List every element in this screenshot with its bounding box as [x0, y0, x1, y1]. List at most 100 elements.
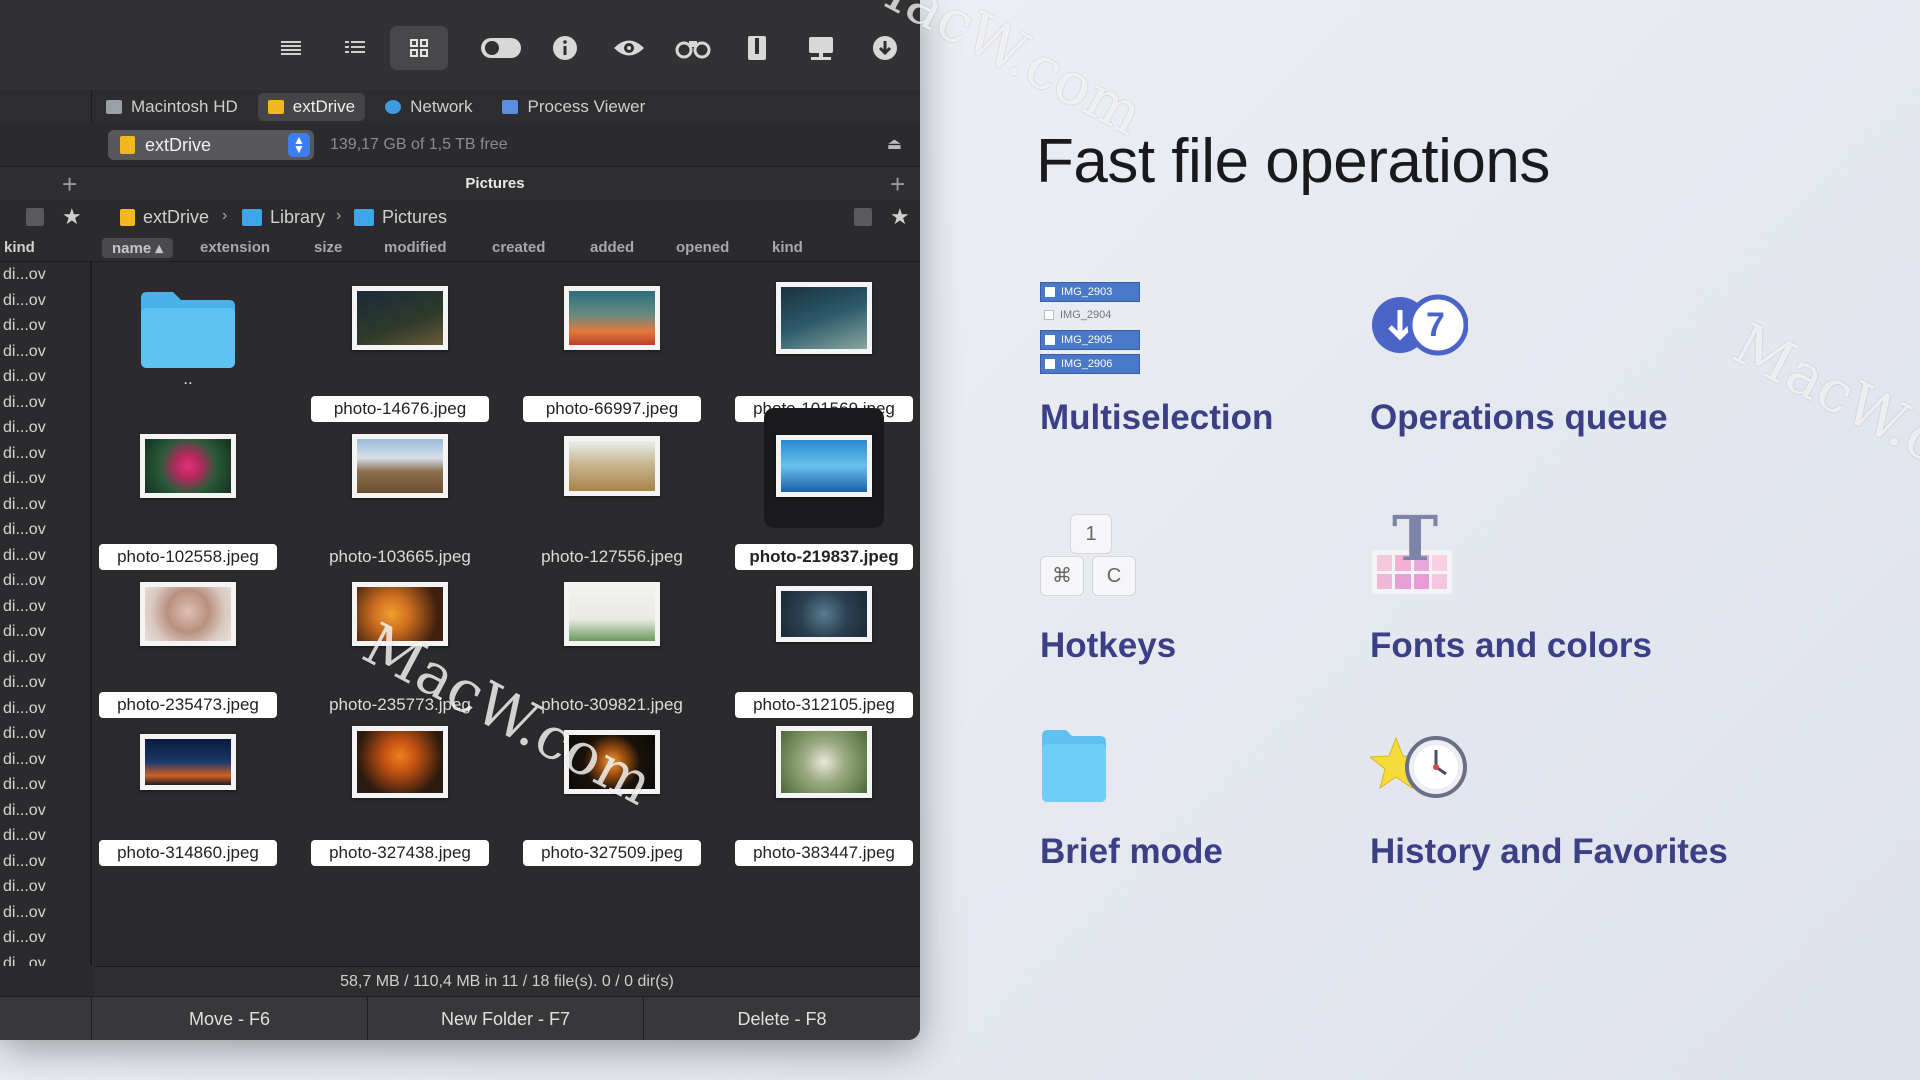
list-item[interactable]: di...ov: [0, 568, 90, 594]
keycap-1: 1: [1070, 514, 1112, 554]
list-item[interactable]: di...ov: [0, 466, 90, 492]
list-item[interactable]: di...ov: [0, 670, 90, 696]
drive-name: extDrive: [145, 134, 212, 155]
list-item[interactable]: di...ov: [0, 951, 90, 967]
feature-label: Multiselection: [1040, 398, 1274, 437]
folder-icon: [242, 209, 262, 226]
panel-title: Pictures: [465, 175, 525, 192]
column-modified[interactable]: modified: [384, 239, 447, 256]
photo-thumbnail: [564, 436, 660, 496]
watermark: MacW.com: [1722, 309, 1920, 519]
list-item[interactable]: di...ov: [0, 594, 90, 620]
list-item[interactable]: di...ov: [0, 288, 90, 314]
volume-extdrive[interactable]: extDrive: [257, 93, 366, 121]
column-name[interactable]: name ▴: [102, 238, 173, 258]
keycap-c: C: [1092, 556, 1136, 596]
square-icon[interactable]: [854, 208, 872, 226]
breadcrumb-label: Pictures: [382, 207, 448, 227]
breadcrumb-label: Library: [270, 207, 326, 227]
list-item[interactable]: di...ov: [0, 772, 90, 798]
add-tab-right-icon[interactable]: +: [890, 169, 905, 200]
breadcrumb: ★ extDrive › Library › Pictures ★: [0, 200, 920, 234]
list-item[interactable]: di...ov: [0, 645, 90, 671]
list-item[interactable]: di...ov: [0, 441, 90, 467]
history-favorites-icon: [1370, 736, 1467, 798]
list-item[interactable]: di...ov: [0, 313, 90, 339]
list-item[interactable]: di...ov: [0, 747, 90, 773]
file-name: photo-327509.jpeg: [523, 840, 701, 866]
column-extension[interactable]: extension: [200, 239, 270, 256]
photo-thumbnail: [352, 726, 448, 798]
column-label: name: [112, 240, 152, 257]
square-icon[interactable]: [26, 208, 44, 226]
breadcrumb-label: extDrive: [143, 207, 210, 227]
list-item[interactable]: di...ov: [0, 492, 90, 518]
list-item[interactable]: di...ov: [0, 543, 90, 569]
keycap-command: ⌘: [1040, 556, 1084, 596]
volume-process-viewer[interactable]: Process Viewer: [492, 93, 655, 121]
list-item[interactable]: di...ov: [0, 262, 90, 288]
column-opened[interactable]: opened: [676, 239, 729, 256]
list-item[interactable]: di...ov: [0, 696, 90, 722]
star-icon[interactable]: ★: [62, 204, 82, 230]
photo-thumbnail: [140, 582, 236, 646]
photo-thumbnail: [776, 726, 872, 798]
star-icon[interactable]: ★: [890, 204, 910, 230]
search-binoculars-icon[interactable]: [664, 26, 722, 70]
eject-icon[interactable]: ⏏: [887, 134, 902, 154]
preview-eye-icon[interactable]: [600, 26, 658, 70]
feature-history-favorites: History and Favorites: [1370, 720, 1790, 880]
column-kind[interactable]: kind: [772, 239, 803, 256]
list-item[interactable]: di...ov: [0, 823, 90, 849]
breadcrumb-library[interactable]: Library: [242, 207, 325, 228]
file-item[interactable]: photo-314860.jpeg: [94, 706, 294, 888]
column-headers: kind name ▴ extension size modified crea…: [0, 234, 920, 262]
new-folder-button[interactable]: New Folder - F7: [368, 997, 644, 1040]
left-panel-list: di...ov di...ov di...ov di...ov di...ov di...…: [0, 262, 92, 966]
file-item[interactable]: photo-383447.jpeg: [718, 706, 920, 888]
toolbar: [0, 0, 920, 96]
chevron-updown-icon: ▲ ▼: [288, 133, 310, 157]
thumbnail-grid: .. photo-14676.jpeg photo-66997.jpeg photo-…: [94, 262, 920, 966]
archive-icon[interactable]: [728, 26, 786, 70]
list-item[interactable]: di...ov: [0, 390, 90, 416]
folder-icon: [1042, 730, 1106, 802]
list-item[interactable]: di...ov: [0, 339, 90, 365]
drive-select[interactable]: extDrive ▲ ▼: [108, 130, 314, 160]
volume-macintosh-hd[interactable]: Macintosh HD: [96, 93, 248, 121]
detailed-view-icon[interactable]: [326, 26, 384, 70]
thumbnail-view-icon[interactable]: [390, 26, 448, 70]
drive-icon: [120, 209, 135, 226]
move-button[interactable]: Move - F6: [92, 997, 368, 1040]
list-item: IMG_2905: [1040, 330, 1140, 350]
list-item[interactable]: di...ov: [0, 619, 90, 645]
column-added[interactable]: added: [590, 239, 634, 256]
list-item[interactable]: di...ov: [0, 798, 90, 824]
list-item[interactable]: di...ov: [0, 900, 90, 926]
column-kind-left[interactable]: kind: [4, 239, 35, 256]
volume-label: extDrive: [292, 97, 356, 116]
info-icon[interactable]: [536, 26, 594, 70]
delete-button[interactable]: Delete - F8: [644, 997, 920, 1040]
network-share-icon[interactable]: [792, 26, 850, 70]
drive-icon: [120, 136, 135, 154]
volume-tabs: Macintosh HD extDrive Network Process Vi…: [0, 90, 920, 124]
list-item[interactable]: di...ov: [0, 721, 90, 747]
list-item[interactable]: di...ov: [0, 925, 90, 951]
globe-icon: [385, 100, 402, 114]
list-item[interactable]: di...ov: [0, 517, 90, 543]
list-view-icon[interactable]: [262, 26, 320, 70]
photo-thumbnail: [564, 582, 660, 646]
column-size[interactable]: size: [314, 239, 342, 256]
photo-thumbnail: [776, 282, 872, 354]
list-item[interactable]: di...ov: [0, 364, 90, 390]
column-created[interactable]: created: [492, 239, 545, 256]
list-item[interactable]: di...ov: [0, 874, 90, 900]
list-item[interactable]: di...ov: [0, 849, 90, 875]
list-item[interactable]: di...ov: [0, 415, 90, 441]
toggle-icon[interactable]: [472, 26, 530, 70]
volume-network[interactable]: Network: [375, 93, 482, 121]
breadcrumb-pictures[interactable]: Pictures: [354, 207, 447, 228]
add-tab-left-icon[interactable]: +: [62, 169, 77, 200]
breadcrumb-extdrive[interactable]: extDrive: [120, 207, 209, 228]
